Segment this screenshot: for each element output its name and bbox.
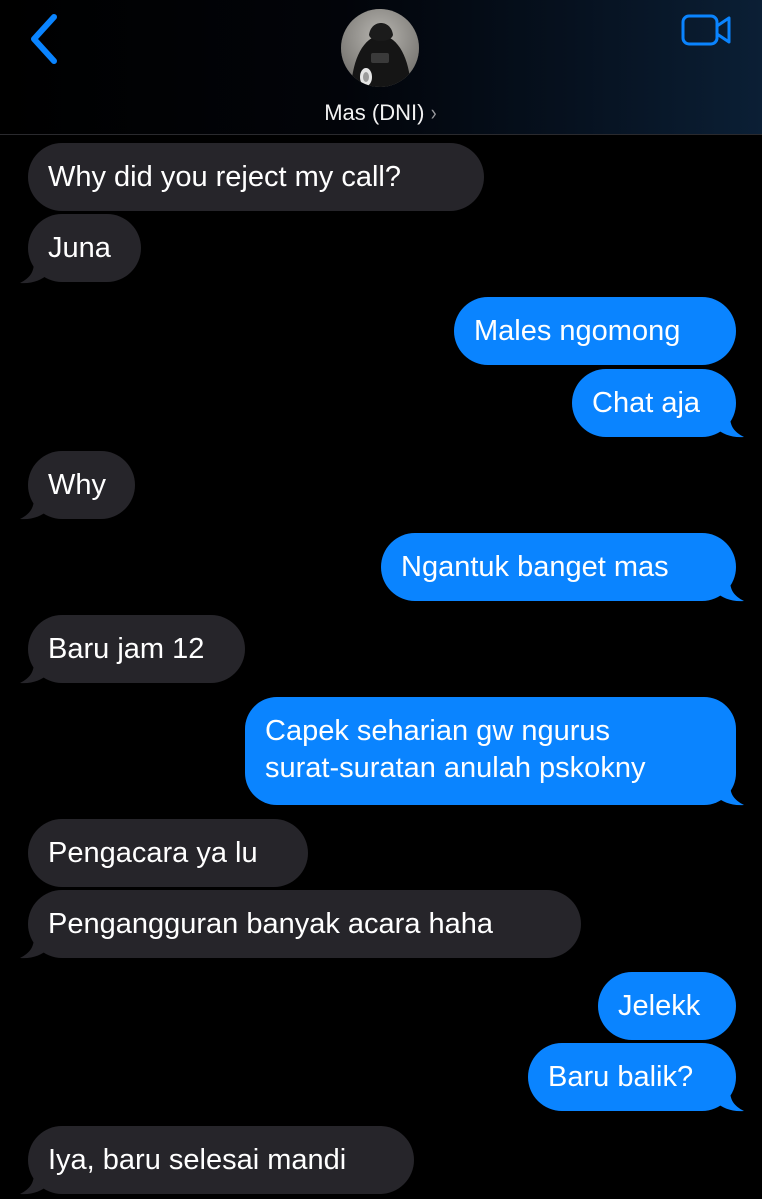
avatar-photo-icon xyxy=(341,9,419,87)
message-bubble-incoming[interactable]: Baru jam 12 xyxy=(28,615,245,683)
message-bubble-outgoing[interactable]: Ngantuk banget mas xyxy=(381,533,736,601)
chevron-right-icon: › xyxy=(431,100,438,125)
video-call-button[interactable] xyxy=(676,12,738,52)
bubble-tail-incoming xyxy=(20,262,48,284)
message-bubble-incoming[interactable]: Why did you reject my call? xyxy=(28,143,484,211)
message-text: Juna xyxy=(48,231,111,264)
bubble-tail-incoming xyxy=(20,662,48,684)
contact-avatar[interactable] xyxy=(341,9,419,87)
contact-name: Mas (DNI) xyxy=(324,100,425,125)
message-text: Ngantuk banget mas xyxy=(401,550,669,583)
chevron-left-icon xyxy=(31,14,57,64)
message-text: Pengangguran banyak acara haha xyxy=(48,907,494,940)
message-text: Pengacara ya lu xyxy=(48,836,258,869)
message-bubble-outgoing[interactable]: Capek seharian gw ngurus surat-suratan a… xyxy=(245,697,736,805)
bubble-tail-outgoing xyxy=(716,416,744,438)
message-text-line: surat-suratan anulah pskokny xyxy=(265,752,646,784)
message-text: Baru balik? xyxy=(548,1060,694,1093)
bubble-tail-outgoing xyxy=(716,580,744,602)
message-bubble-incoming[interactable]: Iya, baru selesai mandi xyxy=(28,1126,414,1194)
message-bubble-outgoing[interactable]: Jelekk xyxy=(598,972,736,1040)
bubble-tail-incoming xyxy=(20,1173,48,1195)
bubble-tail-incoming xyxy=(20,937,48,959)
message-text-line: Capek seharian gw ngurus xyxy=(265,715,610,747)
message-text: Iya, baru selesai mandi xyxy=(48,1143,347,1176)
video-camera-icon xyxy=(681,14,731,46)
contact-name-button[interactable]: Mas (DNI) › xyxy=(0,98,762,128)
message-text: Males ngomong xyxy=(474,314,681,347)
message-text: Chat aja xyxy=(592,386,701,419)
conversation-header: Mas (DNI) › xyxy=(0,0,762,135)
message-text: Baru jam 12 xyxy=(48,632,205,665)
bubble-tail-incoming xyxy=(20,498,48,520)
message-text: Jelekk xyxy=(618,989,701,1022)
message-bubble-outgoing[interactable]: Males ngomong xyxy=(454,297,736,365)
bubble-tail-outgoing xyxy=(716,1090,744,1112)
message-bubble-outgoing[interactable]: Baru balik? xyxy=(528,1043,736,1111)
message-bubble-incoming[interactable]: Pengangguran banyak acara haha xyxy=(28,890,581,958)
message-text: Why did you reject my call? xyxy=(48,160,401,193)
message-bubble-incoming[interactable]: Pengacara ya lu xyxy=(28,819,308,887)
bubble-tail-outgoing xyxy=(716,784,744,806)
message-text: Why xyxy=(48,468,106,501)
message-bubble-outgoing[interactable]: Chat aja xyxy=(572,369,736,437)
back-button[interactable] xyxy=(22,10,72,66)
